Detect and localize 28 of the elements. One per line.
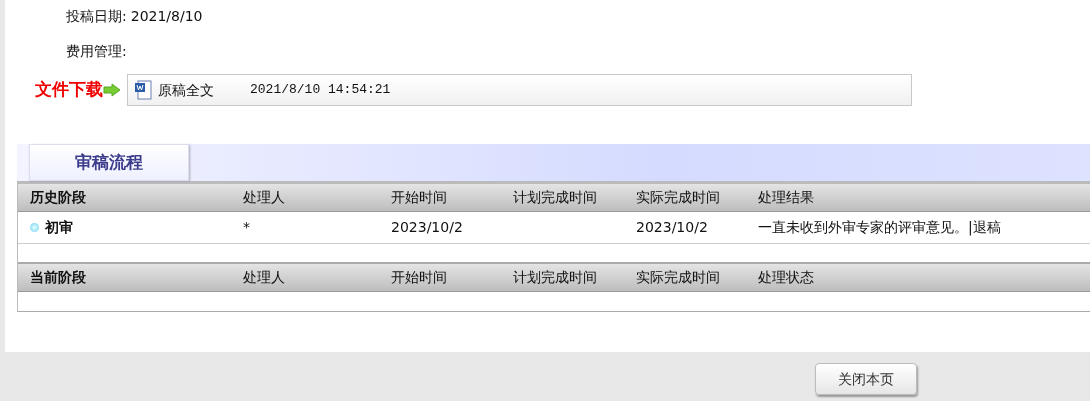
table-cell-text: 初审 xyxy=(45,218,73,237)
field-value: 2021/8/10 xyxy=(130,7,203,26)
column-header: 计划完成时间 xyxy=(513,268,598,287)
document-icon xyxy=(134,80,152,100)
column-header: 开始时间 xyxy=(391,268,448,287)
column-header: 实际完成时间 xyxy=(636,188,721,207)
arrow-icon xyxy=(103,83,121,97)
column-header: 处理人 xyxy=(243,268,286,287)
column-header: 处理人 xyxy=(243,188,286,207)
column-header: 处理状态 xyxy=(758,268,815,287)
column-header: 历史阶段 xyxy=(29,188,87,207)
field-label: 投稿日期: xyxy=(66,7,127,26)
upload-time: 2021/8/10 14:54:21 xyxy=(250,81,391,100)
table-cell: * xyxy=(243,219,250,235)
column-header: 实际完成时间 xyxy=(636,268,721,287)
status-dot-icon xyxy=(30,223,39,232)
field-label: 费用管理: xyxy=(66,42,127,61)
table-cell: 2023/10/2 xyxy=(391,219,463,235)
section-label: 文件下载 xyxy=(35,78,103,102)
close-button[interactable]: 关闭本页 xyxy=(815,363,917,395)
column-header: 处理结果 xyxy=(758,188,815,207)
table-cell: 一直未收到外审专家的评审意见。|退稿 xyxy=(758,219,1001,235)
tab[interactable]: 审稿流程 xyxy=(29,144,189,181)
table-cell: 2023/10/2 xyxy=(636,219,708,235)
column-header: 计划完成时间 xyxy=(513,188,598,207)
column-header: 当前阶段 xyxy=(29,268,87,287)
column-header: 开始时间 xyxy=(391,188,448,207)
file-link[interactable]: 原稿全文 xyxy=(158,79,214,101)
